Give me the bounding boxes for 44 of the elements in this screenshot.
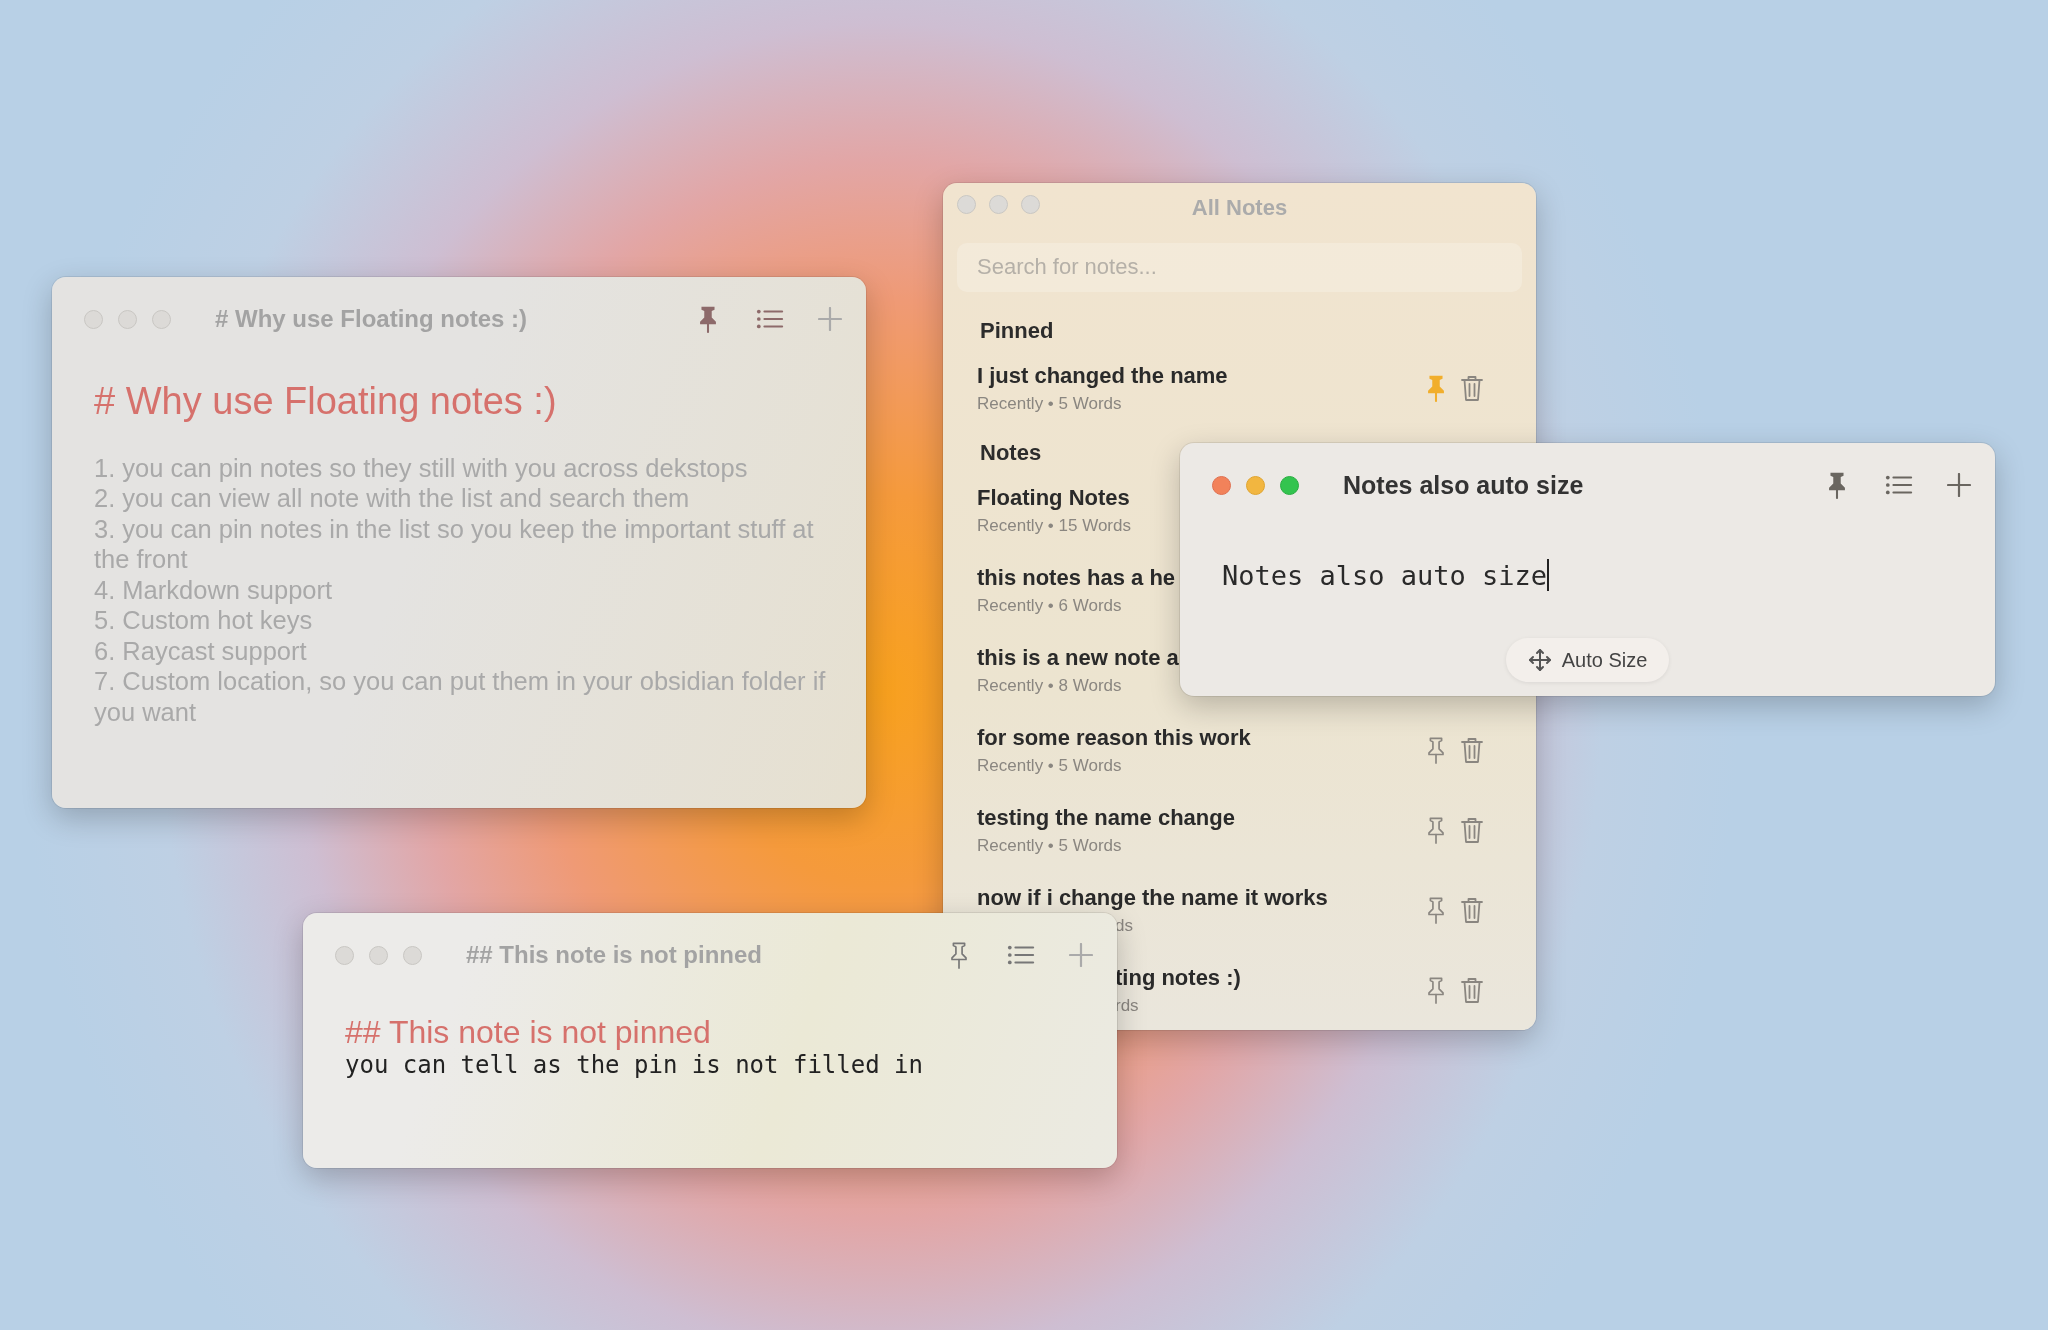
note-text: you can tell as the pin is not filled in <box>345 1051 923 1080</box>
trash-icon[interactable] <box>1460 976 1484 1004</box>
move-arrows-icon <box>1527 648 1552 672</box>
note-title: Floating Notes <box>977 484 1130 511</box>
window-title: All Notes <box>1191 194 1288 221</box>
list-item-text: 1. you can pin notes so they still with you across dekstops <box>94 452 749 484</box>
window-title: Notes also auto size <box>1343 470 1585 500</box>
trash-icon[interactable] <box>1460 736 1484 764</box>
section-header: Pinned <box>979 317 1055 345</box>
note-meta: Recently • 15 Words <box>977 515 1131 536</box>
note-title: testing the name change <box>977 804 1235 831</box>
list-item-text: 2. you can view all note with the list and search them <box>94 483 691 514</box>
minimize-button[interactable] <box>1246 475 1265 495</box>
list-item-text: 5. Custom hot keys <box>94 605 314 636</box>
list-item-text: 6. Raycast support <box>94 635 308 667</box>
list-item-text: 3. you can pin notes in the list so you keep the important stuff at the front <box>94 513 815 575</box>
auto-size-button[interactable]: Auto Size <box>1505 638 1670 682</box>
note-meta: Recently • 5 Words <box>977 393 1122 414</box>
note-title: this notes has a he <box>977 564 1176 591</box>
section-header: Notes <box>979 439 1043 467</box>
note-meta: ds <box>1115 915 1133 936</box>
window-title: # Why use Floating notes :) <box>215 305 528 333</box>
note-title: now if i change the name it works <box>977 884 1328 911</box>
window-title: ## This note is not pinned <box>466 941 763 969</box>
list-item-text: 7. Custom location, so you can put them in your obsidian folder if you want <box>94 666 827 728</box>
note-text: Notes also auto size <box>1222 559 1548 591</box>
add-icon[interactable] <box>1947 473 1971 497</box>
note-meta: Recently • 8 Words <box>977 675 1122 696</box>
note-meta: Recently • 5 Words <box>977 755 1122 776</box>
note-title: for some reason this work <box>977 724 1251 751</box>
note-title: ting notes :) <box>1115 964 1241 991</box>
list-item-text: 4. Markdown support <box>94 574 334 606</box>
trash-icon[interactable] <box>1460 896 1484 924</box>
trash-icon[interactable] <box>1460 816 1484 844</box>
note-title: I just changed the name <box>977 362 1228 389</box>
note-heading: # Why use Floating notes :) <box>94 379 558 424</box>
close-button[interactable] <box>1212 475 1231 495</box>
note-meta: Recently • 6 Words <box>977 595 1122 616</box>
add-icon[interactable] <box>1069 943 1093 967</box>
trash-icon[interactable] <box>1460 374 1484 402</box>
note-meta: Recently • 5 Words <box>977 835 1122 856</box>
note-title: this is a new note a <box>977 644 1179 671</box>
note-heading: ## This note is not pinned <box>345 1013 712 1052</box>
zoom-button[interactable] <box>1280 475 1299 495</box>
